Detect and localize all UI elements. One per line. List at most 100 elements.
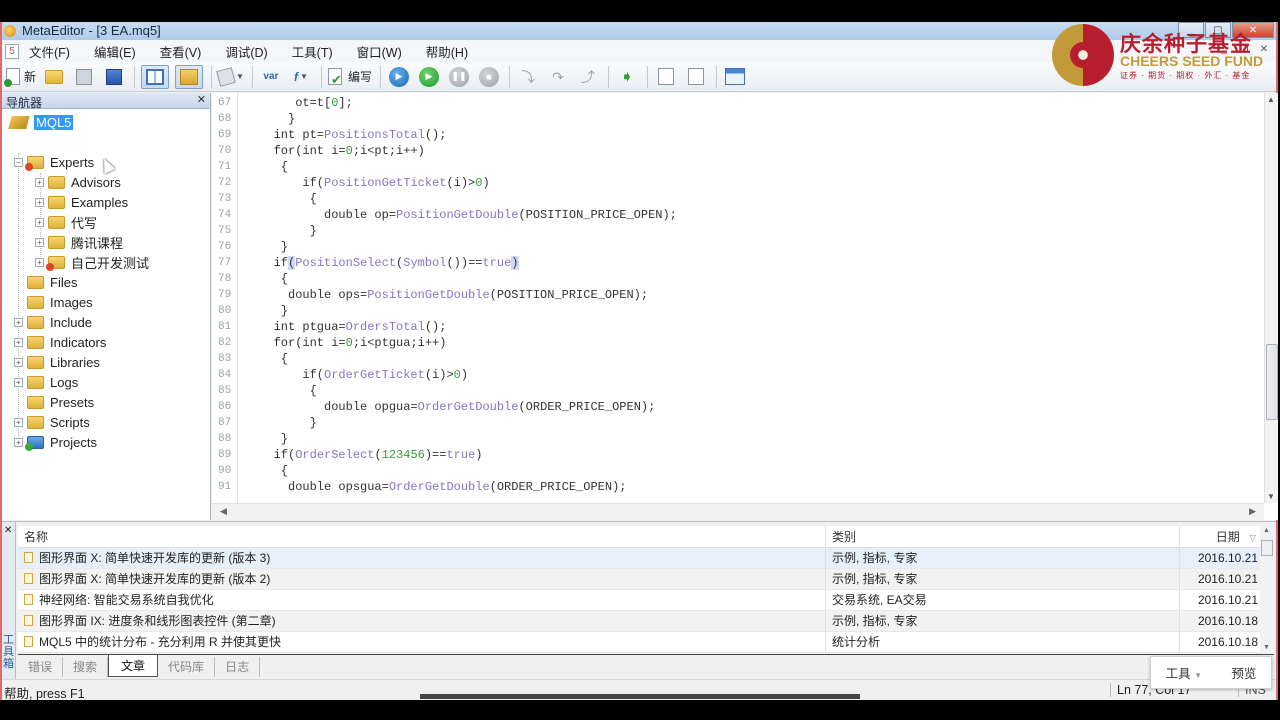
go-to-button[interactable]: ➧ bbox=[615, 65, 639, 89]
expand-icon[interactable]: + bbox=[14, 417, 23, 427]
tree-item-self-dev-test[interactable]: + 自己开发测试 bbox=[35, 252, 149, 272]
tree-item-advisors[interactable]: + Advisors bbox=[35, 172, 121, 192]
table-row[interactable]: 图形界面 X: 简单快速开发库的更新 (版本 3) 示例, 指标, 专家 2016.… bbox=[18, 548, 1260, 569]
terminal-button[interactable] bbox=[723, 65, 747, 89]
code-line[interactable]: 91 double opsgua=OrderGetDouble(ORDER_PR… bbox=[212, 479, 1252, 495]
tab-errors[interactable]: 错误 bbox=[18, 657, 64, 677]
tree-item-images[interactable]: Images bbox=[14, 292, 93, 312]
code-line[interactable]: 87 } bbox=[212, 415, 1252, 431]
start-debug-history-button[interactable]: ▶ bbox=[387, 65, 411, 89]
pause-debug-button[interactable]: ❚❚ bbox=[447, 65, 471, 89]
tree-item-files[interactable]: Files bbox=[14, 272, 77, 292]
toggle-navigator-button[interactable] bbox=[175, 64, 204, 89]
table-row[interactable]: MQL5 中的统计分布 - 充分利用 R 并使其更快 统计分析 2016.10.18 bbox=[18, 632, 1260, 653]
open-button[interactable] bbox=[42, 65, 66, 89]
menu-file[interactable]: 文件(F) bbox=[29, 42, 70, 61]
code-line[interactable]: 73 { bbox=[212, 191, 1252, 207]
code-line[interactable]: 90 { bbox=[212, 463, 1252, 479]
scroll-right-icon[interactable]: ▶ bbox=[1249, 506, 1256, 517]
scroll-thumb[interactable] bbox=[1266, 344, 1278, 420]
scroll-down-icon[interactable]: ▼ bbox=[1267, 492, 1275, 501]
menu-debug[interactable]: 调试(D) bbox=[225, 42, 267, 61]
popup-tools-button[interactable]: 工具 ▼ bbox=[1166, 663, 1202, 682]
tree-item-indicators[interactable]: + Indicators bbox=[14, 332, 106, 352]
menu-window[interactable]: 窗口(W) bbox=[357, 42, 402, 61]
start-debug-button[interactable]: ▶ bbox=[417, 65, 441, 89]
tab-journal[interactable]: 日志 bbox=[215, 657, 261, 677]
code-line[interactable]: 86 double opgua=OrderGetDouble(ORDER_PRI… bbox=[212, 399, 1252, 415]
step-into-button[interactable]: ⤵ bbox=[516, 65, 540, 89]
expand-icon[interactable]: + bbox=[14, 377, 23, 387]
menu-tools[interactable]: 工具(T) bbox=[292, 42, 333, 61]
styler-button[interactable]: ▼ bbox=[216, 65, 244, 89]
column-header-date[interactable]: 日期 ▽ bbox=[1180, 526, 1260, 548]
navigator-close-icon[interactable]: ✕ bbox=[197, 93, 206, 106]
code-line[interactable]: 71 { bbox=[212, 159, 1252, 175]
mq5-document-icon[interactable]: 5 bbox=[5, 43, 19, 59]
find-button[interactable] bbox=[684, 65, 708, 89]
scroll-up-icon[interactable]: ▲ bbox=[1267, 95, 1275, 104]
insert-function-button[interactable]: f ▼ bbox=[289, 65, 313, 89]
code-line[interactable]: 80 } bbox=[212, 303, 1252, 319]
tree-item-presets[interactable]: Presets bbox=[14, 392, 94, 412]
tree-item-examples[interactable]: + Examples bbox=[35, 192, 128, 212]
code-line[interactable]: 79 double ops=PositionGetDouble(POSITION… bbox=[212, 287, 1252, 303]
code-line[interactable]: 83 { bbox=[212, 351, 1252, 367]
code-line[interactable]: 85 { bbox=[212, 383, 1252, 399]
step-over-button[interactable]: ↷ bbox=[546, 65, 570, 89]
copy-button[interactable] bbox=[654, 65, 678, 89]
popup-preview-button[interactable]: 预览 bbox=[1231, 663, 1256, 682]
tree-item-projects[interactable]: + Projects bbox=[14, 432, 97, 452]
tree-item-daixie[interactable]: + 代写 bbox=[35, 212, 97, 232]
code-editor[interactable]: 67 ot=t[0]; 68 } 69 int pt=PositionsTotal(… bbox=[212, 93, 1278, 520]
tree-item-scripts[interactable]: + Scripts bbox=[14, 412, 90, 432]
save-button[interactable] bbox=[72, 65, 96, 89]
column-header-name[interactable]: 名称 bbox=[18, 526, 826, 548]
code-line[interactable]: 74 double op=PositionGetDouble(POSITION_… bbox=[212, 207, 1252, 223]
tree-item-libraries[interactable]: + Libraries bbox=[14, 352, 100, 372]
code-line[interactable]: 78 { bbox=[212, 271, 1252, 287]
articles-scrollbar[interactable]: ▲ ▼ bbox=[1260, 526, 1274, 652]
menu-edit[interactable]: 编辑(E) bbox=[94, 42, 136, 61]
scroll-up-icon[interactable]: ▲ bbox=[1263, 527, 1270, 534]
table-row[interactable]: 图形界面 X: 简单快速开发库的更新 (版本 2) 示例, 指标, 专家 2016.… bbox=[18, 569, 1260, 590]
scroll-left-icon[interactable]: ◀ bbox=[220, 506, 227, 517]
editor-horizontal-scrollbar[interactable]: ◀ ▶ bbox=[212, 503, 1264, 520]
scroll-thumb[interactable] bbox=[1261, 540, 1273, 556]
code-line[interactable]: 84 if(OrderGetTicket(i)>0) bbox=[212, 367, 1252, 383]
tree-item-experts[interactable]: − Experts bbox=[14, 152, 94, 172]
column-header-category[interactable]: 类别 bbox=[826, 526, 1180, 548]
code-line[interactable]: 68 } bbox=[212, 111, 1252, 127]
tab-articles[interactable]: 文章 bbox=[108, 655, 159, 677]
table-row[interactable]: 神经网络: 智能交易系统自我优化 交易系统, EA交易 2016.10.21 bbox=[18, 590, 1260, 611]
expand-icon[interactable]: + bbox=[35, 257, 44, 267]
tab-code-base[interactable]: 代码库 bbox=[158, 657, 216, 677]
toggle-layout-button[interactable] bbox=[141, 64, 170, 89]
code-line[interactable]: 70 for(int i=0;i<pt;i++) bbox=[212, 143, 1252, 159]
code-line[interactable]: 81 int ptgua=OrdersTotal(); bbox=[212, 319, 1252, 335]
code-line[interactable]: 89 if(OrderSelect(123456)==true) bbox=[212, 447, 1252, 463]
expand-icon[interactable]: + bbox=[35, 177, 44, 187]
tree-item-include[interactable]: + Include bbox=[14, 312, 92, 332]
insert-variable-button[interactable]: var bbox=[259, 65, 283, 89]
code-line[interactable]: 76 } bbox=[212, 239, 1252, 255]
editor-vertical-scrollbar[interactable]: ▲ ▼ bbox=[1264, 93, 1278, 503]
toolbox-close-icon[interactable]: ✕ bbox=[4, 525, 12, 536]
tree-item-logs[interactable]: + Logs bbox=[14, 372, 78, 392]
code-line[interactable]: 67 ot=t[0]; bbox=[212, 95, 1252, 111]
compile-button[interactable]: 编写 bbox=[327, 65, 372, 89]
save-all-button[interactable] bbox=[102, 65, 126, 89]
tab-search[interactable]: 搜索 bbox=[63, 657, 109, 677]
code-line[interactable]: 82 for(int i=0;i<ptgua;i++) bbox=[212, 335, 1252, 351]
stop-debug-button[interactable]: ■ bbox=[477, 65, 501, 89]
code-line[interactable]: 69 int pt=PositionsTotal(); bbox=[212, 127, 1252, 143]
menu-view[interactable]: 查看(V) bbox=[160, 42, 202, 61]
new-button[interactable]: 新 bbox=[4, 65, 36, 89]
code-line[interactable]: 77 if(PositionSelect(Symbol())==true) bbox=[212, 255, 1252, 271]
expand-icon[interactable]: + bbox=[35, 237, 44, 247]
tree-item-tencent-course[interactable]: + 腾讯课程 bbox=[35, 232, 123, 252]
collapse-icon[interactable]: − bbox=[14, 157, 23, 167]
expand-icon[interactable]: + bbox=[14, 437, 23, 447]
menu-help[interactable]: 帮助(H) bbox=[426, 42, 468, 61]
expand-icon[interactable]: + bbox=[14, 317, 23, 327]
